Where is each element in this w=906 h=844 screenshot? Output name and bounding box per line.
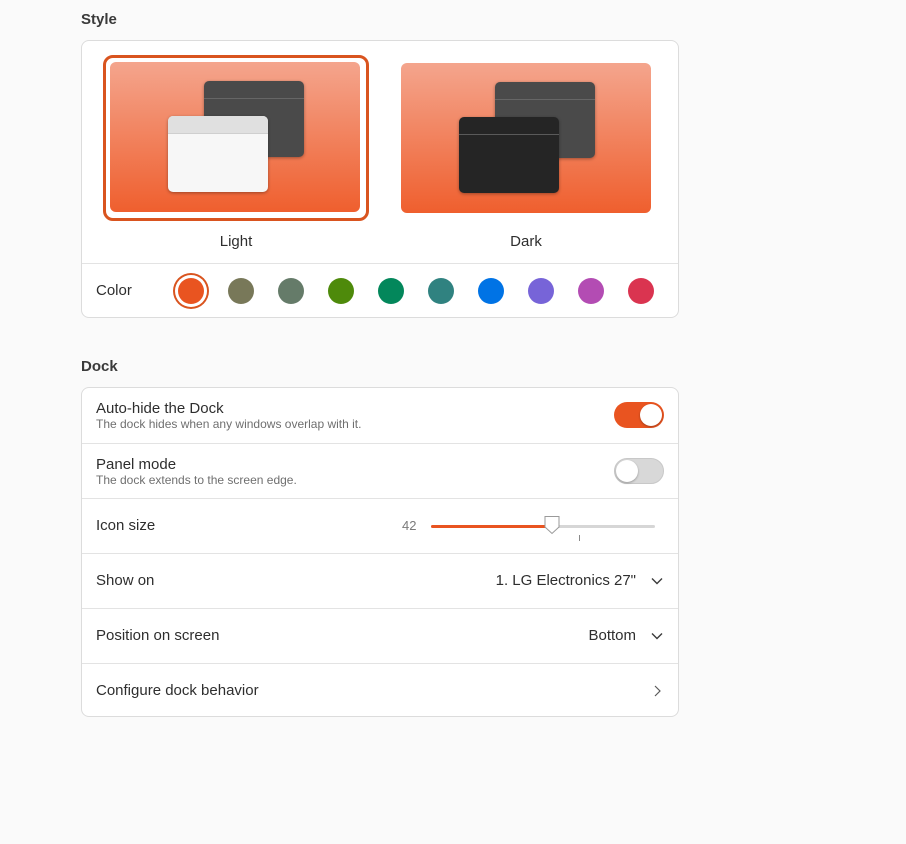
slider-knob-icon[interactable] bbox=[543, 515, 561, 535]
theme-light-label: Light bbox=[219, 233, 253, 250]
toggle-knob bbox=[640, 404, 662, 426]
color-swatch[interactable] bbox=[528, 278, 554, 304]
toggle-knob bbox=[616, 460, 638, 482]
position-title: Position on screen bbox=[96, 627, 220, 644]
panel-mode-title: Panel mode bbox=[96, 456, 177, 473]
panel-mode-toggle[interactable] bbox=[614, 458, 664, 484]
theme-light-preview bbox=[110, 62, 360, 212]
color-label: Color bbox=[96, 282, 132, 299]
panel-mode-subtitle: The dock extends to the screen edge. bbox=[96, 473, 297, 487]
position-value: Bottom bbox=[588, 627, 636, 644]
preview-front-window bbox=[459, 117, 559, 193]
show-on-value: 1. LG Electronics 27" bbox=[495, 572, 636, 589]
show-on-title: Show on bbox=[96, 572, 155, 589]
style-card: Light Dark Color bbox=[81, 40, 679, 318]
auto-hide-toggle[interactable] bbox=[614, 402, 664, 428]
color-swatch[interactable] bbox=[578, 278, 604, 304]
dock-section-title: Dock bbox=[81, 358, 118, 375]
chevron-down-icon[interactable] bbox=[650, 574, 664, 588]
color-swatch[interactable] bbox=[628, 278, 654, 304]
style-section-title: Style bbox=[81, 11, 117, 28]
color-swatch[interactable] bbox=[278, 278, 304, 304]
color-row: Color bbox=[82, 263, 678, 318]
color-swatch[interactable] bbox=[228, 278, 254, 304]
color-swatch[interactable] bbox=[478, 278, 504, 304]
color-swatch[interactable] bbox=[328, 278, 354, 304]
icon-size-title: Icon size bbox=[96, 517, 156, 534]
icon-size-row: Icon size 42 bbox=[82, 498, 678, 553]
slider-tick-mark bbox=[579, 535, 580, 541]
color-swatch[interactable] bbox=[178, 278, 204, 304]
auto-hide-subtitle: The dock hides when any windows overlap … bbox=[96, 417, 362, 431]
configure-dock-row[interactable]: Configure dock behavior bbox=[82, 663, 678, 718]
auto-hide-title: Auto-hide the Dock bbox=[96, 400, 224, 417]
color-swatch[interactable] bbox=[378, 278, 404, 304]
auto-hide-row: Auto-hide the Dock The dock hides when a… bbox=[82, 388, 678, 443]
preview-front-window bbox=[168, 116, 268, 192]
icon-size-value: 42 bbox=[402, 518, 417, 533]
dock-card: Auto-hide the Dock The dock hides when a… bbox=[81, 387, 679, 717]
theme-dark-option[interactable]: Dark bbox=[393, 55, 659, 255]
position-row[interactable]: Position on screen Bottom bbox=[82, 608, 678, 663]
color-swatch[interactable] bbox=[428, 278, 454, 304]
panel-mode-row: Panel mode The dock extends to the scree… bbox=[82, 443, 678, 498]
chevron-right-icon bbox=[654, 685, 661, 697]
show-on-row[interactable]: Show on 1. LG Electronics 27" bbox=[82, 553, 678, 608]
theme-dark-label: Dark bbox=[510, 233, 542, 250]
configure-dock-title: Configure dock behavior bbox=[96, 682, 259, 699]
slider-fill bbox=[431, 525, 552, 528]
theme-dark-preview bbox=[401, 63, 651, 213]
icon-size-slider[interactable] bbox=[431, 516, 655, 535]
theme-light-option[interactable]: Light bbox=[103, 55, 369, 255]
chevron-down-icon[interactable] bbox=[650, 629, 664, 643]
